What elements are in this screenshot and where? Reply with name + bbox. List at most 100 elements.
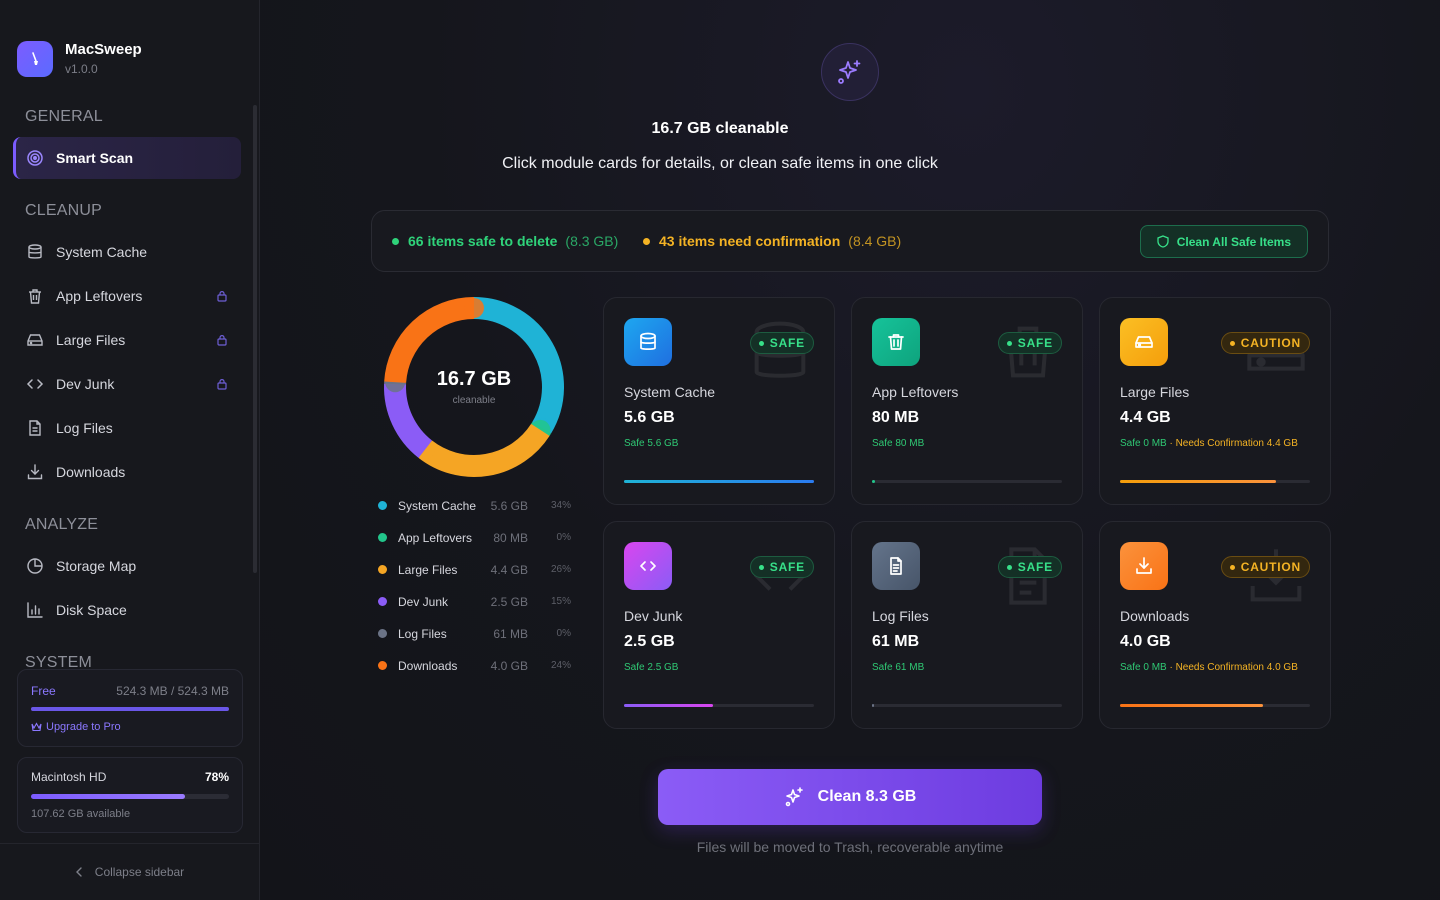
app-version: v1.0.0 <box>65 62 98 76</box>
sidebar-item-large-files[interactable]: Large Files <box>13 319 241 361</box>
card-note-safe: Safe 2.5 GB <box>624 662 679 673</box>
safe-count: 66 items safe to delete <box>408 233 558 249</box>
card-note: Safe 80 MB <box>872 436 1062 451</box>
module-card-dev-junk[interactable]: SAFE Dev Junk 2.5 GB Safe 2.5 GB <box>603 521 835 729</box>
card-progress <box>872 480 1062 483</box>
module-card-large-files[interactable]: CAUTION Large Files 4.4 GB Safe 0 MB · Need… <box>1099 297 1331 505</box>
clean-button[interactable]: Clean 8.3 GB <box>658 769 1042 825</box>
sidebar-item-label: Dev Junk <box>56 376 115 392</box>
safe-summary: 66 items safe to delete (8.3 GB) <box>392 233 618 249</box>
card-note-confirm: · Needs Confirmation 4.4 GB <box>1166 438 1298 449</box>
sidebar-item-label: Log Files <box>56 420 113 436</box>
download-icon <box>25 462 45 482</box>
legend-percent: 0% <box>556 532 571 543</box>
sidebar-item-disk-space[interactable]: Disk Space <box>13 589 241 631</box>
card-note: Safe 61 MB <box>872 660 1062 675</box>
card-title: System Cache <box>624 384 716 400</box>
module-card-app-leftovers[interactable]: SAFE App Leftovers 80 MB Safe 80 MB <box>851 297 1083 505</box>
legend-dot <box>378 533 387 542</box>
card-note: Safe 2.5 GB <box>624 660 814 675</box>
sidebar-item-log-files[interactable]: Log Files <box>13 407 241 449</box>
pie-chart-icon <box>25 556 45 576</box>
code-icon <box>624 542 672 590</box>
sidebar-scrollbar[interactable] <box>253 105 257 573</box>
card-note: Safe 5.6 GB <box>624 436 814 451</box>
card-size: 61 MB <box>872 633 920 650</box>
legend-dot <box>378 501 387 510</box>
database-icon <box>25 242 45 262</box>
disk-percent: 78% <box>204 770 229 784</box>
hero-title: 16.7 GB cleanable <box>651 120 789 137</box>
cleanable-donut-chart: 16.7 GB cleanable <box>383 296 565 478</box>
card-title: Downloads <box>1120 608 1190 624</box>
sidebar-item-label: Downloads <box>56 464 126 480</box>
hard-drive-icon <box>1236 312 1316 397</box>
hard-drive-icon <box>25 330 45 350</box>
card-progress <box>624 704 814 707</box>
warn-dot <box>643 237 650 245</box>
legend-item: Log Files 61 MB 0% <box>377 625 571 657</box>
sidebar-item-storage-map[interactable]: Storage Map <box>13 545 241 587</box>
card-progress <box>624 480 814 483</box>
module-card-downloads[interactable]: CAUTION Downloads 4.0 GB Safe 0 MB · Needs … <box>1099 521 1331 729</box>
card-size: 2.5 GB <box>624 633 675 650</box>
legend-percent: 24% <box>550 660 571 671</box>
legend-item: Downloads 4.0 GB 24% <box>377 657 571 689</box>
disk-usage-card: Macintosh HD 78% 107.62 GB available <box>17 757 243 833</box>
legend-dot <box>378 661 387 670</box>
trash-icon <box>872 318 920 366</box>
sparkles-icon <box>821 43 879 101</box>
legend-size: 61 MB <box>493 627 528 641</box>
sidebar-item-label: Large Files <box>56 332 126 348</box>
clean-all-safe-button[interactable]: Clean All Safe Items <box>1139 225 1308 258</box>
sidebar-item-app-leftovers[interactable]: App Leftovers <box>13 275 241 317</box>
status-badge: SAFE <box>749 332 814 354</box>
status-badge: SAFE <box>749 556 814 578</box>
legend-name: Downloads <box>398 659 458 673</box>
clean-all-safe-label: Clean All Safe Items <box>1176 234 1291 249</box>
legend-percent: 15% <box>550 596 571 607</box>
legend-item: System Cache 5.6 GB 34% <box>377 497 571 529</box>
legend-name: Dev Junk <box>398 595 449 609</box>
card-progress <box>1120 480 1310 483</box>
plan-usage-fill <box>31 707 229 711</box>
bar-chart-icon <box>25 600 45 620</box>
module-card-log-files[interactable]: SAFE Log Files 61 MB Safe 61 MB <box>851 521 1083 729</box>
badge-label: CAUTION <box>1240 560 1301 574</box>
card-progress <box>1120 704 1310 707</box>
disk-usage-bar <box>31 794 229 799</box>
file-text-icon <box>872 542 920 590</box>
donut-total: 16.7 GB <box>436 368 512 390</box>
module-card-system-cache[interactable]: SAFE System Cache 5.6 GB Safe 5.6 GB <box>603 297 835 505</box>
plan-label: Free <box>31 684 56 698</box>
sidebar-item-system-cache[interactable]: System Cache <box>13 231 241 273</box>
disk-usage-fill <box>31 794 186 799</box>
confirm-count: 43 items need confirmation <box>659 233 841 249</box>
legend-size: 2.5 GB <box>490 595 528 609</box>
legend-item: Large Files 4.4 GB 26% <box>377 561 571 593</box>
plan-usage-card: Free 524.3 MB / 524.3 MB Upgrade to Pro <box>17 669 243 747</box>
broom-icon <box>17 41 53 77</box>
card-progress-fill <box>1120 480 1276 483</box>
download-icon <box>1120 542 1168 590</box>
sparkles-icon <box>785 787 803 807</box>
card-progress-fill <box>1120 704 1263 707</box>
upgrade-link[interactable]: Upgrade to Pro <box>31 721 121 733</box>
code-icon <box>25 374 45 394</box>
legend-percent: 0% <box>556 628 571 639</box>
plan-usage-bar <box>31 707 229 711</box>
app-name: MacSweep <box>65 41 142 58</box>
card-note: Safe 0 MB · Needs Confirmation 4.4 GB <box>1120 436 1310 451</box>
card-title: Log Files <box>872 608 929 624</box>
legend-dot <box>378 629 387 638</box>
lock-icon <box>217 333 227 349</box>
hard-drive-icon <box>1120 318 1168 366</box>
clean-button-label: Clean 8.3 GB <box>817 788 917 805</box>
brand: MacSweep v1.0.0 <box>17 41 142 77</box>
card-progress <box>872 704 1062 707</box>
legend-size: 80 MB <box>493 531 528 545</box>
badge-label: SAFE <box>1017 560 1053 574</box>
sidebar-item-dev-junk[interactable]: Dev Junk <box>13 363 241 405</box>
card-title: App Leftovers <box>872 384 959 400</box>
sidebar-item-downloads[interactable]: Downloads <box>13 451 241 493</box>
